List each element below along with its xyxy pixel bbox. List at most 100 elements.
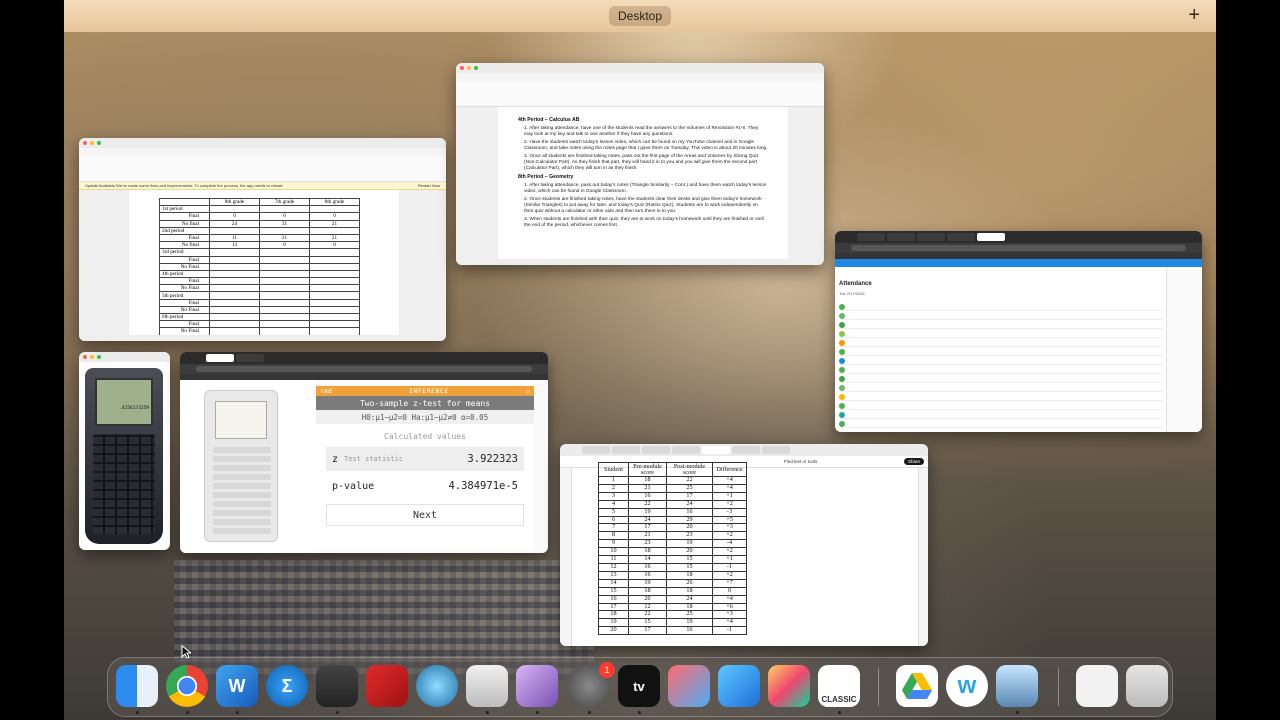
virtual-calculator[interactable]: [204, 390, 278, 542]
preview-icon[interactable]: [516, 665, 558, 707]
student-row[interactable]: [839, 366, 1163, 374]
browser-tab[interactable]: [762, 446, 790, 454]
zoom-icon[interactable]: [97, 141, 101, 145]
acrobat-icon[interactable]: [366, 665, 408, 707]
student-row[interactable]: [839, 402, 1163, 410]
student-row[interactable]: [839, 393, 1163, 401]
address-bar[interactable]: [180, 364, 548, 374]
p-value-row[interactable]: p-value 4.384971e-5: [326, 474, 524, 498]
table-cell: 24: [666, 594, 713, 604]
student-row[interactable]: [839, 357, 1163, 365]
calculator-keypad[interactable]: [93, 434, 155, 534]
grades-cell: [309, 305, 360, 315]
minimize-icon[interactable]: [90, 355, 94, 359]
document-page[interactable]: 8th grade 7th grade 8th grade 1st period Fin…: [129, 190, 399, 340]
document-icon[interactable]: [1076, 665, 1118, 707]
browser-tab[interactable]: [887, 233, 915, 241]
word-window-grades[interactable]: Update Available We've made some fixes a…: [79, 138, 446, 341]
close-icon[interactable]: [460, 66, 464, 70]
document-page[interactable]: 4th Period – Calculus AB 1. After taking…: [498, 107, 788, 265]
grades-row-label: Final: [159, 255, 210, 264]
student-row[interactable]: [839, 420, 1163, 428]
status-bar: [79, 335, 446, 341]
virtual-calculator-keypad[interactable]: [213, 446, 271, 534]
browser-tab[interactable]: [612, 446, 640, 454]
browser-tab[interactable]: [917, 233, 945, 241]
grades-cell: [209, 262, 260, 271]
close-icon[interactable]: [83, 355, 87, 359]
desktop-space-tab[interactable]: Desktop: [608, 6, 672, 26]
student-row[interactable]: [839, 330, 1163, 338]
running-indicator: [186, 711, 189, 714]
share-button[interactable]: Share: [903, 458, 924, 465]
test-name: Two-sample z-test for means: [316, 396, 534, 410]
pencil-icon[interactable]: [718, 665, 760, 707]
close-icon[interactable]: [83, 141, 87, 145]
table-cell: 16: [598, 594, 629, 604]
z-statistic-row[interactable]: z Test statistic 3.922323: [326, 447, 524, 471]
word-window-lesson-plans[interactable]: Update Available We've made some fixes a…: [456, 63, 824, 265]
geogebra-classic-icon[interactable]: CLASSIC: [818, 665, 860, 707]
trash-icon[interactable]: [1126, 665, 1168, 707]
student-row[interactable]: [839, 321, 1163, 329]
finder-icon[interactable]: [116, 665, 158, 707]
student-row[interactable]: [839, 303, 1163, 311]
student-row[interactable]: [839, 375, 1163, 383]
browser-tab[interactable]: [672, 446, 700, 454]
calculator-icon[interactable]: [316, 665, 358, 707]
browser-tab[interactable]: [857, 233, 885, 241]
student-row[interactable]: [839, 411, 1163, 419]
window-titlebar[interactable]: [456, 63, 824, 73]
zoom-icon[interactable]: [97, 355, 101, 359]
next-button[interactable]: Next: [326, 504, 524, 526]
student-row[interactable]: [839, 312, 1163, 320]
window-titlebar[interactable]: [79, 138, 446, 148]
wordwall-icon[interactable]: w: [946, 665, 988, 707]
browser-window-mathworks[interactable]: rad INFERENCE ▭ Two-sample z-test for me…: [180, 352, 548, 553]
grades-row-label: Final: [159, 277, 210, 286]
status-bar: [456, 259, 824, 265]
address-bar[interactable]: [835, 243, 1202, 253]
minimize-icon[interactable]: [90, 141, 94, 145]
browser-tab[interactable]: [642, 446, 670, 454]
apple-tv-icon[interactable]: tv: [618, 665, 660, 707]
browser-tab-active[interactable]: [977, 233, 1005, 241]
grades-row: 6th period: [159, 312, 360, 322]
preview-photo-icon[interactable]: [996, 665, 1038, 707]
student-row[interactable]: [839, 339, 1163, 347]
student-row[interactable]: [839, 348, 1163, 356]
browser-tab-active[interactable]: [206, 354, 234, 362]
google-drive-icon[interactable]: [896, 665, 938, 707]
chrome-icon[interactable]: [166, 665, 208, 707]
restart-now-button[interactable]: Restart Now: [418, 183, 440, 188]
word-icon[interactable]: W: [216, 665, 258, 707]
calculator-window[interactable]: .4256173259: [79, 352, 170, 550]
right-sidebar: [1166, 269, 1202, 432]
grades-row-label: 2nd period: [159, 226, 210, 235]
color-picker-icon[interactable]: [768, 665, 810, 707]
ti-calculator-icon[interactable]: [466, 665, 508, 707]
sigma-icon[interactable]: Σ: [266, 665, 308, 707]
zoom-icon[interactable]: [474, 66, 478, 70]
browser-tab-active[interactable]: [702, 446, 730, 454]
grades-cell: 0: [309, 212, 360, 221]
browser-tab[interactable]: [582, 446, 610, 454]
grades-cell: [259, 205, 310, 214]
add-space-button[interactable]: +: [1188, 4, 1200, 26]
find-tools-label[interactable]: Find text or tools: [784, 459, 817, 464]
browser-tab[interactable]: [732, 446, 760, 454]
launchpad-icon[interactable]: [668, 665, 710, 707]
student-row[interactable]: [839, 384, 1163, 392]
minimize-icon[interactable]: [467, 66, 471, 70]
grades-row-label: No Final: [159, 327, 210, 336]
table-cell: -1: [712, 626, 747, 636]
browser-tab[interactable]: [236, 354, 264, 362]
browser-window-attendance[interactable]: Attendance Tue 2/17/2026: [835, 231, 1202, 432]
window-titlebar[interactable]: [79, 352, 170, 362]
table-row: 4 22 24 +2: [598, 499, 747, 509]
browser-window-pdf-table[interactable]: Find text or tools Share Student Pre-modu…: [560, 444, 928, 646]
running-indicator: [486, 711, 489, 714]
grades-cell: [209, 205, 260, 214]
quicktime-icon[interactable]: [416, 665, 458, 707]
browser-tab[interactable]: [947, 233, 975, 241]
